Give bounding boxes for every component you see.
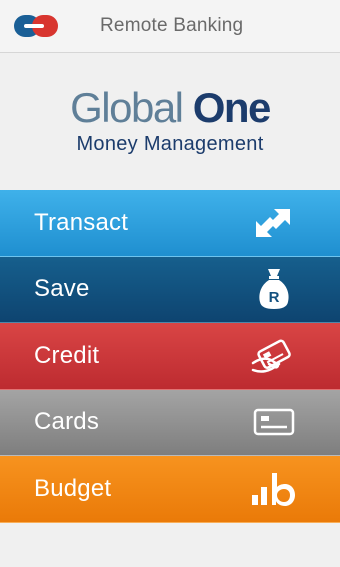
svg-text:R: R — [269, 289, 280, 306]
brand-name-part2: One — [192, 84, 272, 131]
brand-banner: Global One Money Management — [0, 53, 340, 190]
menu-item-save[interactable]: Save R — [0, 256, 340, 323]
credit-card-hand-icon — [250, 336, 298, 376]
card-icon — [250, 402, 298, 442]
brand-name-part1: Global — [70, 84, 184, 131]
menu-item-label: Credit — [34, 341, 100, 369]
brand-name: Global One — [0, 85, 340, 131]
brand-subtitle: Money Management — [76, 133, 264, 155]
app-title: Remote Banking — [100, 15, 244, 36]
menu-item-credit[interactable]: Credit — [0, 323, 340, 390]
menu-item-cards[interactable]: Cards — [0, 389, 340, 456]
menu-item-budget[interactable]: Budget — [0, 456, 340, 523]
transfer-arrows-icon — [250, 203, 298, 243]
capitec-logo-icon — [14, 15, 58, 37]
menu-item-transact[interactable]: Transact — [0, 190, 340, 257]
money-bag-icon: R — [250, 269, 298, 310]
menu-item-label: Save — [34, 275, 90, 303]
app-logo[interactable] — [0, 0, 72, 52]
app-bar: Remote Banking — [0, 0, 340, 53]
menu-item-label: Transact — [34, 208, 129, 236]
main-menu: Transact Save R Credit Cards Budget — [0, 190, 340, 523]
menu-item-label: Budget — [34, 474, 112, 502]
budget-bars-icon — [250, 469, 298, 509]
menu-item-label: Cards — [34, 408, 100, 436]
